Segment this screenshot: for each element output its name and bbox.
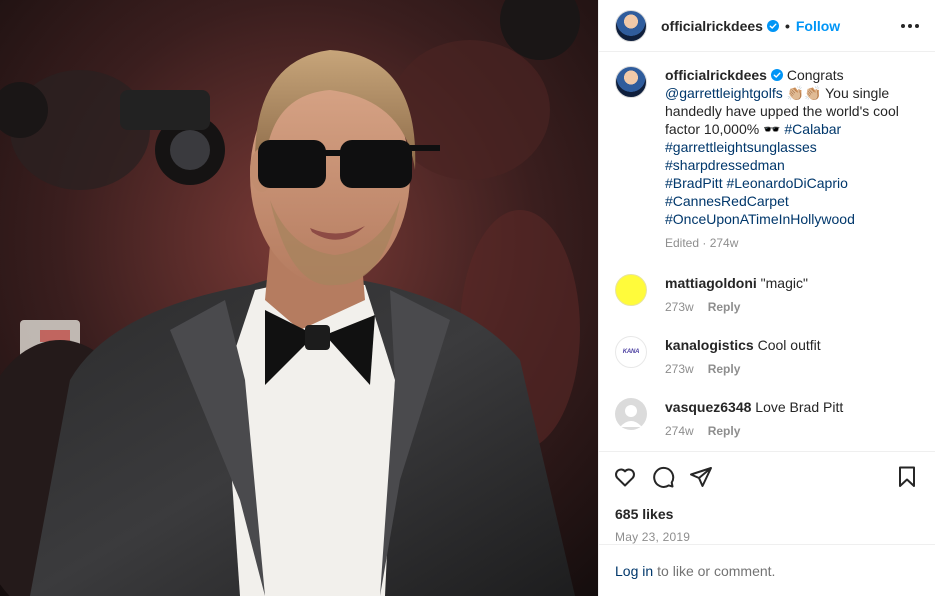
default-avatar-icon <box>620 405 642 427</box>
hashtag-link[interactable]: #sharpdressedman <box>665 157 785 173</box>
reply-button[interactable]: Reply <box>708 362 741 376</box>
reply-button[interactable]: Reply <box>708 300 741 314</box>
comment-age: 273w <box>665 300 694 314</box>
action-bar <box>599 452 935 502</box>
post-photo[interactable] <box>0 0 598 596</box>
header-separator: • <box>784 17 790 34</box>
login-prompt-text: to like or comment. <box>657 562 776 579</box>
sunglasses-emoji: 🕶️ <box>763 121 781 137</box>
follow-button[interactable]: Follow <box>796 18 840 34</box>
comment-age: 274w <box>665 424 694 438</box>
verified-badge-icon <box>766 19 779 32</box>
heart-icon[interactable] <box>613 465 637 489</box>
caption-username[interactable]: officialrickdees <box>665 67 767 83</box>
mention-link[interactable]: @garrettleightgolfs <box>665 85 783 101</box>
red-carpet-photo <box>0 0 598 596</box>
comment-meta: 273w Reply <box>665 362 821 376</box>
comment-text: mattiagoldoni "magic" <box>665 274 808 292</box>
comment-icon[interactable] <box>651 465 675 489</box>
caption-text-1: Congrats <box>786 67 844 83</box>
commenter-avatar[interactable]: KANA <box>615 336 647 368</box>
post-date: May 23, 2019 <box>615 530 691 544</box>
comment-text: kanalogistics Cool outfit <box>665 336 821 354</box>
comment-age: 273w <box>665 362 694 376</box>
login-prompt: Log in to like or comment. <box>599 544 935 596</box>
post-sidebar: officialrickdees • Follow officialrickde… <box>598 0 935 596</box>
likes-count[interactable]: 685 likes <box>599 506 935 522</box>
post-header: officialrickdees • Follow <box>599 0 935 52</box>
kana-logo: KANA <box>622 349 640 355</box>
reply-button[interactable]: Reply <box>708 424 741 438</box>
caption-text: officialrickdees Congrats @garrettleight… <box>665 66 919 228</box>
comment-row: mattiagoldoni "magic" 273w Reply <box>615 274 919 314</box>
caption-author-avatar[interactable] <box>615 66 647 98</box>
share-icon[interactable] <box>689 465 713 489</box>
comment-body: "magic" <box>760 275 808 291</box>
comment-body: Cool outfit <box>757 337 821 353</box>
comment-meta: 273w Reply <box>665 300 808 314</box>
clap-emoji: 👏🏼👏🏼 <box>786 85 822 101</box>
hashtag-link[interactable]: #OnceUponATimeInHollywood <box>665 211 855 227</box>
verified-badge-icon <box>770 69 783 81</box>
hashtag-link[interactable]: #CannesRedCarpet <box>665 193 789 209</box>
hashtag-link[interactable]: #LeonardoDiCaprio <box>726 175 847 191</box>
login-link[interactable]: Log in <box>615 563 653 579</box>
hashtag-link[interactable]: #garrettleightsunglasses <box>665 139 817 155</box>
hashtag-link[interactable]: #Calabar <box>784 121 841 137</box>
caption-row: officialrickdees Congrats @garrettleight… <box>615 66 919 250</box>
bookmark-icon[interactable] <box>895 465 919 489</box>
comment-row: KANA kanalogistics Cool outfit 273w Reply <box>615 336 919 376</box>
more-horizontal-icon[interactable] <box>901 18 919 34</box>
comment-username[interactable]: vasquez6348 <box>665 399 751 415</box>
comment-row: vasquez6348 Love Brad Pitt 274w Reply <box>615 398 919 438</box>
comment-username[interactable]: kanalogistics <box>665 337 754 353</box>
post-dialog: officialrickdees • Follow officialrickde… <box>0 0 935 596</box>
comment-username[interactable]: mattiagoldoni <box>665 275 757 291</box>
commenter-avatar[interactable] <box>615 274 647 306</box>
comment-text: vasquez6348 Love Brad Pitt <box>665 398 843 416</box>
hashtag-link[interactable]: #BradPitt <box>665 175 723 191</box>
author-avatar[interactable] <box>615 9 647 42</box>
comments-list[interactable]: officialrickdees Congrats @garrettleight… <box>599 52 935 452</box>
caption-meta: Edited · 274w <box>665 236 739 250</box>
comment-body: Love Brad Pitt <box>755 399 844 415</box>
comment-meta: 274w Reply <box>665 424 843 438</box>
commenter-avatar[interactable] <box>615 398 647 430</box>
author-username[interactable]: officialrickdees <box>661 18 763 34</box>
